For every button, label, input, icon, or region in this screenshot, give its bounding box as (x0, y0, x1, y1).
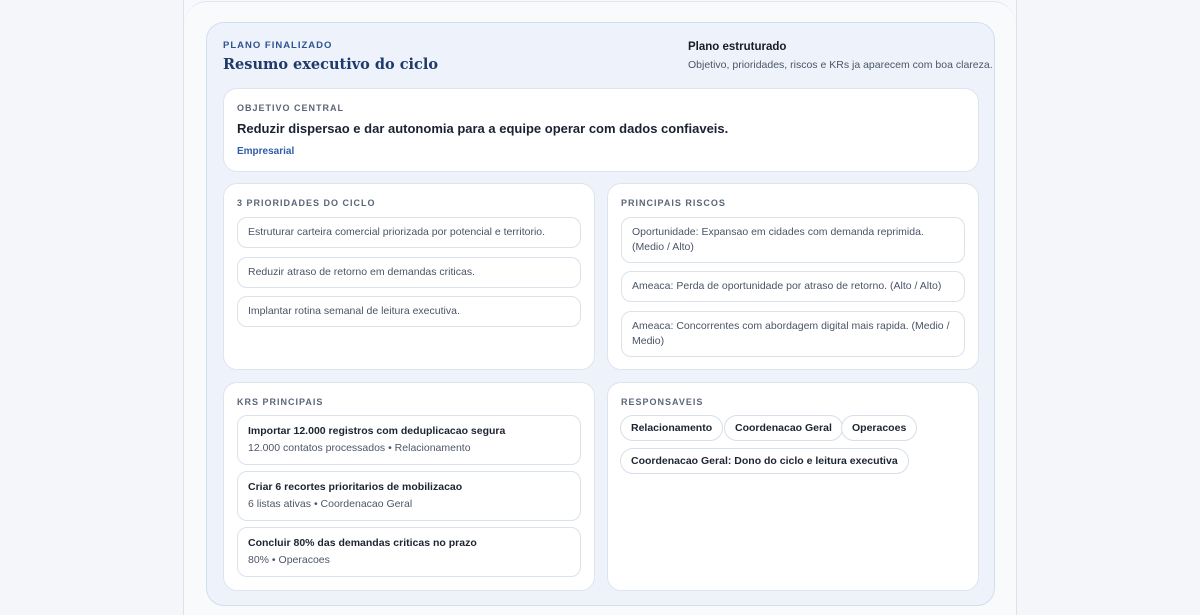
owner-chip[interactable]: Coordenacao Geral (724, 415, 843, 441)
status-title: Plano estruturado (688, 41, 787, 53)
priority-item: Reduzir atraso de retorno em demandas cr… (237, 257, 581, 288)
priorities-card: 3 PRIORIDADES DO CICLO Estruturar cartei… (223, 183, 595, 370)
risk-item: Ameaca: Concorrentes com abordagem digit… (621, 311, 965, 357)
objective-card: OBJETIVO CENTRAL Reduzir dispersao e dar… (223, 88, 979, 172)
krs-label: KRS PRINCIPAIS (237, 397, 324, 407)
kr-title: Criar 6 recortes prioritarios de mobiliz… (248, 481, 463, 493)
status-subtitle: Objetivo, prioridades, riscos e KRs ja a… (688, 59, 993, 71)
objective-label: OBJETIVO CENTRAL (237, 103, 345, 113)
kr-subtitle: 12.000 contatos processados • Relacionam… (248, 442, 471, 454)
objective-tag: Empresarial (237, 146, 295, 157)
kr-title: Importar 12.000 registros com deduplicac… (248, 425, 506, 437)
owner-chip[interactable]: Operacoes (841, 415, 918, 441)
panel-eyebrow: PLANO FINALIZADO (223, 40, 333, 51)
kr-subtitle: 80% • Operacoes (248, 554, 330, 566)
risk-item: Ameaca: Perda de oportunidade por atraso… (621, 271, 965, 302)
priorities-label: 3 PRIORIDADES DO CICLO (237, 198, 376, 208)
panel-title: Resumo executivo do ciclo (223, 56, 439, 73)
priority-item: Estruturar carteira comercial priorizada… (237, 217, 581, 248)
owners-label: RESPONSAVEIS (621, 397, 704, 407)
owner-detail-chip[interactable]: Coordenacao Geral: Dono do ciclo e leitu… (620, 448, 909, 474)
risks-label: PRINCIPAIS RISCOS (621, 198, 726, 208)
owners-card: RESPONSAVEIS Relacionamento Coordenacao … (607, 382, 979, 591)
risks-card: PRINCIPAIS RISCOS Oportunidade: Expansao… (607, 183, 979, 370)
kr-item: Concluir 80% das demandas criticas no pr… (237, 527, 581, 577)
summary-panel: PLANO FINALIZADO Resumo executivo do cic… (206, 22, 995, 606)
krs-card: KRS PRINCIPAIS Importar 12.000 registros… (223, 382, 595, 591)
kr-item: Criar 6 recortes prioritarios de mobiliz… (237, 471, 581, 521)
priority-item: Implantar rotina semanal de leitura exec… (237, 296, 581, 327)
risk-item: Oportunidade: Expansao em cidades com de… (621, 217, 965, 263)
kr-subtitle: 6 listas ativas • Coordenacao Geral (248, 498, 413, 510)
objective-text: Reduzir dispersao e dar autonomia para a… (237, 121, 729, 136)
kr-title: Concluir 80% das demandas criticas no pr… (248, 537, 477, 549)
owner-chip[interactable]: Relacionamento (620, 415, 724, 441)
kr-item: Importar 12.000 registros com deduplicac… (237, 415, 581, 465)
